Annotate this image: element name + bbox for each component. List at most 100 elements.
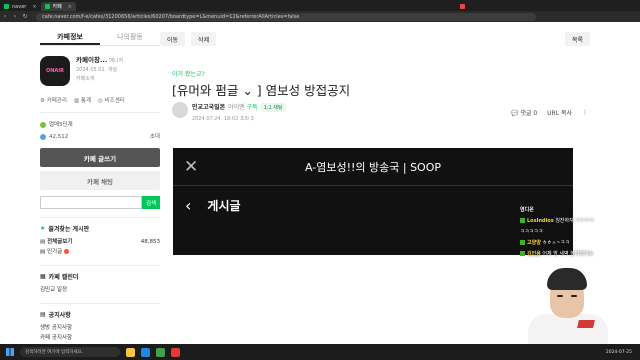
chat-message: 김인용 어제 밤 새벽 놀라웠어요 (520, 249, 636, 260)
one-on-one-chat-button[interactable]: 1:1 채팅 (260, 103, 286, 112)
invite-link[interactable]: 초대 (150, 131, 160, 143)
taskbar-clock[interactable]: 2024-07-25 (606, 350, 632, 355)
delete-button[interactable]: 삭제 (191, 32, 217, 46)
url-input[interactable]: cafe.naver.com/f-e/cafes/31200656/articl… (36, 12, 536, 21)
search-button[interactable]: 검색 (142, 196, 160, 209)
board-icon: ▤ (40, 249, 47, 255)
cafe-calendar: ▦ 카페 캘린더 김민교 일정 (40, 265, 160, 295)
tab-label: naver (12, 3, 27, 10)
fav-title: 즐겨찾는 게시판 (48, 226, 90, 233)
webcam-hair (547, 268, 587, 290)
embedded-web-view[interactable]: ✕ A-염보성!!의 방송국 | SOOP ‹ 게시글 (173, 148, 573, 255)
reload-icon[interactable]: ↻ (20, 13, 30, 20)
chrome-icon[interactable] (156, 347, 165, 357)
members-icon (40, 133, 46, 140)
chat-badge-icon (520, 240, 525, 245)
cafe-favicon-icon (44, 4, 50, 9)
address-bar-row: ‹ › ↻ cafe.naver.com/f-e/cafes/31200656/… (0, 11, 640, 22)
close-icon[interactable]: ✕ (184, 157, 198, 177)
file-explorer-icon[interactable] (126, 347, 135, 357)
webcam-shirt-stripe (577, 320, 595, 328)
post-date: 2024.07.24. 18:02 (192, 116, 239, 122)
cafe-manage-link[interactable]: ⚙ 카페관리 (40, 96, 67, 104)
cafe-since: 2024.05.01. 개설 (76, 67, 118, 73)
biz-center-link[interactable]: ◎ 비즈센터 (98, 96, 125, 104)
author-row: 민교고국일본 아이엔 구독 1:1 채팅 2024.07.24. 18:02 조회 … (172, 102, 286, 122)
browser-tab[interactable] (456, 2, 472, 11)
browser-tab[interactable]: naver × (0, 2, 41, 11)
favorite-boards: ★ 즐겨찾는 게시판 ▤ 전체글보기 48,853 ▤ 인기글 (40, 217, 160, 257)
view-count: 조회 3 (239, 116, 254, 122)
stats-link[interactable]: ▥ 통계 (74, 96, 91, 104)
cafe-logo[interactable]: ONAIR (40, 56, 70, 86)
post-actions: 💬 댓글 0 URL 복사 ⋮ (511, 108, 588, 117)
webcam-eye (557, 295, 563, 297)
cafe-profile: ONAIR 카페이창... 매니저 2024.05.01. 개설 카페소개 (40, 56, 160, 86)
level-label: 열매5단계 (49, 122, 73, 128)
cafe-intro-link[interactable]: 카페소개 (76, 75, 123, 84)
chat-badge-icon (520, 218, 525, 223)
level-fruit-icon (40, 121, 46, 128)
manage-row: ⚙ 카페관리 ▥ 통계 ◎ 비즈센터 (40, 96, 160, 104)
calendar-icon: ▦ (40, 273, 46, 280)
list-button[interactable]: 목록 (564, 32, 590, 46)
popular-posts-item[interactable]: ▤ 인기글 (40, 247, 160, 257)
comment-link[interactable]: 💬 댓글 0 (511, 108, 537, 117)
site-favicon-icon (459, 4, 465, 9)
cafe-name[interactable]: 카페이창... (76, 56, 107, 64)
write-post-button[interactable]: 카페 글쓰기 (40, 148, 160, 167)
star-icon: ★ (40, 225, 46, 232)
webcam-eye (571, 295, 577, 297)
back-arrow-icon[interactable]: ‹ (185, 196, 191, 215)
cafe-stats: 열매5단계 42,512 초대 (40, 112, 160, 143)
new-badge-icon (64, 249, 70, 254)
author-level: 구독 (246, 104, 258, 111)
chat-badge-icon (520, 251, 525, 256)
tab-my-activity[interactable]: 나의활동 (100, 28, 160, 45)
cafe-search: 검색 (40, 196, 160, 209)
embed-title: A-염보성!!의 방송국 | SOOP (304, 160, 442, 174)
calendar-item[interactable]: 김민교 일정 (40, 285, 160, 295)
category-link[interactable]: 이거 봤는교? (172, 69, 205, 78)
notice-section: ▤ 공지사항 생방 공지사항 카페 공지사항 (40, 303, 160, 343)
edge-icon[interactable] (141, 347, 150, 357)
member-count[interactable]: 42,512 (49, 134, 68, 140)
windows-start-icon[interactable] (6, 348, 14, 356)
notice-item[interactable]: 생방 공지사항 (40, 323, 160, 333)
browser-tab-active[interactable]: 카페 × (40, 2, 76, 11)
all-posts-item[interactable]: ▤ 전체글보기 48,853 (40, 237, 160, 247)
close-tab-icon[interactable]: × (68, 4, 72, 10)
tab-cafe-info[interactable]: 카페정보 (40, 28, 100, 45)
naver-favicon-icon (4, 4, 9, 9)
notice-icon: ▤ (40, 311, 46, 318)
cafe-chat-button[interactable]: 카페 채팅 (40, 171, 160, 190)
comment-icon: 💬 (510, 110, 521, 117)
taskbar-search[interactable]: 검색하려면 여기에 입력하세요. (20, 347, 120, 357)
chat-message: ㅋㅋㅋㅋㅋ (520, 229, 544, 235)
embed-board-label: 게시글 (207, 198, 241, 213)
cafe-search-input[interactable] (40, 196, 142, 209)
author-name[interactable]: 민교고국일본 (192, 104, 225, 111)
back-icon[interactable]: ‹ (0, 13, 10, 20)
chat-message: 고양양 ㅎㅎㅅ~ㅋㅋ (520, 238, 636, 249)
browser-tabbar: naver × 카페 × (0, 0, 640, 11)
tab-label: 카페 (52, 4, 62, 10)
all-posts-count: 48,853 (140, 239, 160, 245)
webcam-overlay (520, 268, 630, 346)
move-button[interactable]: 이동 (160, 32, 186, 46)
cafe-sidebar: 카페정보 나의활동 ONAIR 카페이창... 매니저 2024.05.01. … (40, 28, 160, 344)
webcam-shirt (528, 314, 608, 346)
windows-taskbar: 검색하려면 여기에 입력하세요. 2024-07-25 (0, 344, 640, 360)
close-tab-icon[interactable]: × (32, 4, 36, 10)
author-avatar[interactable] (172, 102, 188, 118)
manager-label: 매니저 (109, 58, 124, 64)
sidebar-tabs: 카페정보 나의활동 (40, 28, 160, 46)
post-title: [유머와 펌글 ⌄ ] 염보성 방접공지 (172, 83, 351, 98)
author-grade: 아이엔 (228, 104, 245, 111)
notice-item[interactable]: 카페 공지사항 (40, 333, 160, 343)
app-icon[interactable] (171, 347, 180, 357)
url-copy-button[interactable]: URL 복사 (547, 108, 572, 117)
more-options-icon[interactable]: ⋮ (582, 109, 588, 116)
forward-icon[interactable]: › (10, 13, 20, 20)
chat-message: LosIndios 칭찬하자 ㅋㅋㅋㅋ (520, 216, 636, 227)
